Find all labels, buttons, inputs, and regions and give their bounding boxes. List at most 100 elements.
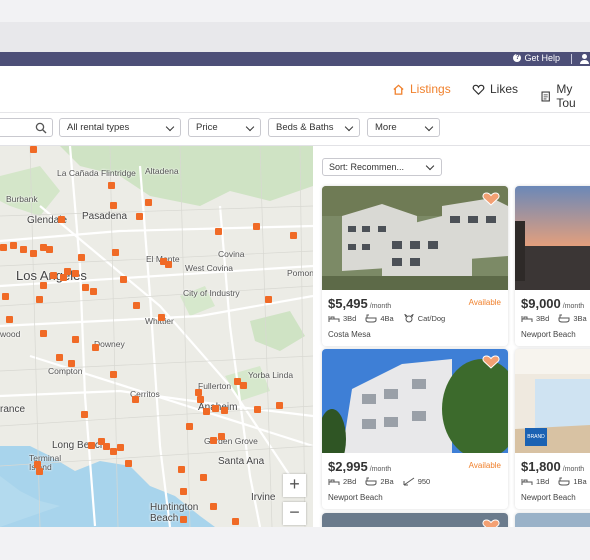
listing-pin[interactable]	[36, 296, 43, 303]
listing-pin[interactable]	[30, 146, 37, 153]
listing-pin[interactable]	[136, 213, 143, 220]
listing-pin[interactable]	[195, 389, 202, 396]
listing-pin[interactable]	[92, 344, 99, 351]
listing-pin[interactable]	[90, 288, 97, 295]
map-label: West Covina	[185, 263, 234, 273]
listing-pin[interactable]	[60, 274, 67, 281]
listing-card[interactable]	[515, 513, 590, 527]
listing-pin[interactable]	[110, 448, 117, 455]
listing-pin[interactable]	[197, 396, 204, 403]
listing-pin[interactable]	[200, 474, 207, 481]
search-icon[interactable]	[35, 122, 47, 134]
listing-pin[interactable]	[210, 437, 217, 444]
listing-pin[interactable]	[240, 382, 247, 389]
get-help-link[interactable]: ? Get Help	[513, 53, 560, 63]
listing-pin[interactable]	[132, 396, 139, 403]
listing-card[interactable]: $5,495/month Available 3Bd 4Ba Cat/Dog C…	[322, 186, 508, 346]
nav-likes[interactable]: Likes	[472, 82, 518, 96]
listing-pin[interactable]	[158, 314, 165, 321]
rental-types-select[interactable]: All rental types	[59, 118, 181, 137]
listing-pin[interactable]	[46, 246, 53, 253]
listing-pin[interactable]	[0, 244, 7, 251]
listing-pin[interactable]	[254, 406, 261, 413]
listing-price: $1,800/month	[521, 459, 585, 474]
listing-pin[interactable]	[72, 336, 79, 343]
listing-pin[interactable]	[117, 444, 124, 451]
like-heart-icon[interactable]	[482, 192, 500, 206]
listing-pin[interactable]	[265, 296, 272, 303]
listing-pin[interactable]	[165, 261, 172, 268]
listing-pin[interactable]	[203, 408, 210, 415]
like-heart-icon[interactable]	[482, 355, 500, 369]
baths-info: 2Ba	[365, 477, 394, 486]
listing-card[interactable]	[322, 513, 508, 527]
zoom-out-button[interactable]: −	[283, 502, 306, 525]
more-filters-select[interactable]: More	[367, 118, 440, 137]
listing-pin[interactable]	[2, 293, 9, 300]
listing-pin[interactable]	[56, 354, 63, 361]
nav-likes-label: Likes	[490, 82, 519, 96]
zoom-in-button[interactable]: +	[283, 474, 306, 497]
listing-photo[interactable]	[515, 186, 590, 290]
listing-pin[interactable]	[133, 302, 140, 309]
listing-card[interactable]: $9,000/month 3Bd 3Ba Newport Beach	[515, 186, 590, 346]
map[interactable]: La Cañada Flintridge Altadena Burbank Gl…	[0, 146, 313, 527]
listing-pin[interactable]	[212, 405, 219, 412]
listing-pin[interactable]	[290, 232, 297, 239]
nav-tours[interactable]: My Tou	[540, 82, 590, 110]
sort-select[interactable]: Sort: Recommen...	[322, 158, 442, 176]
listing-pin[interactable]	[72, 270, 79, 277]
listing-pin[interactable]	[112, 249, 119, 256]
listing-pin[interactable]	[50, 272, 57, 279]
listing-pin[interactable]	[78, 254, 85, 261]
like-heart-icon[interactable]	[482, 519, 500, 527]
listing-pin[interactable]	[6, 316, 13, 323]
listing-photo[interactable]	[322, 349, 508, 453]
listing-pin[interactable]	[186, 423, 193, 430]
listing-pin[interactable]	[120, 276, 127, 283]
listing-photo[interactable]: BRAND	[515, 349, 590, 453]
listing-pin[interactable]	[215, 228, 222, 235]
price-select[interactable]: Price	[188, 118, 261, 137]
listing-pin[interactable]	[145, 199, 152, 206]
listing-photo[interactable]	[322, 186, 508, 290]
listing-photo[interactable]	[322, 513, 508, 527]
listing-pin[interactable]	[210, 503, 217, 510]
listing-photo[interactable]	[515, 513, 590, 527]
listing-pin[interactable]	[82, 284, 89, 291]
listing-pin[interactable]	[110, 371, 117, 378]
listing-pin[interactable]	[110, 202, 117, 209]
listing-pin[interactable]	[40, 330, 47, 337]
listing-pin[interactable]	[276, 402, 283, 409]
listing-pin[interactable]	[30, 250, 37, 257]
listing-pin[interactable]	[103, 443, 110, 450]
listing-pin[interactable]	[58, 216, 65, 223]
listing-pin[interactable]	[20, 246, 27, 253]
listing-pin[interactable]	[34, 461, 41, 468]
listing-pin[interactable]	[36, 468, 43, 475]
beds-baths-select[interactable]: Beds & Baths	[268, 118, 360, 137]
listing-pin[interactable]	[218, 433, 225, 440]
listing-pin[interactable]	[180, 516, 187, 523]
listing-pin[interactable]	[64, 268, 71, 275]
listing-pin[interactable]	[108, 182, 115, 189]
listing-card[interactable]: $2,995/month Available 2Bd 2Ba 950 Newpo…	[322, 349, 508, 509]
listing-pin[interactable]	[10, 242, 17, 249]
search-input[interactable]	[0, 118, 53, 137]
listing-pin[interactable]	[40, 282, 47, 289]
user-icon[interactable]	[580, 54, 589, 64]
listing-pin[interactable]	[253, 223, 260, 230]
listing-pin[interactable]	[125, 460, 132, 467]
nav-listings[interactable]: Listings	[392, 82, 451, 96]
listing-pin[interactable]	[88, 442, 95, 449]
browser-strip	[0, 22, 590, 52]
listing-pin[interactable]	[232, 518, 239, 525]
map-label: Irvine	[251, 492, 276, 503]
listing-pin[interactable]	[81, 411, 88, 418]
listing-pin[interactable]	[178, 466, 185, 473]
heart-icon	[472, 84, 485, 95]
listing-pin[interactable]	[180, 488, 187, 495]
listing-card[interactable]: BRAND $1,800/month 1Bd 1Ba Newport Beach	[515, 349, 590, 509]
listing-pin[interactable]	[68, 360, 75, 367]
listing-pin[interactable]	[221, 407, 228, 414]
